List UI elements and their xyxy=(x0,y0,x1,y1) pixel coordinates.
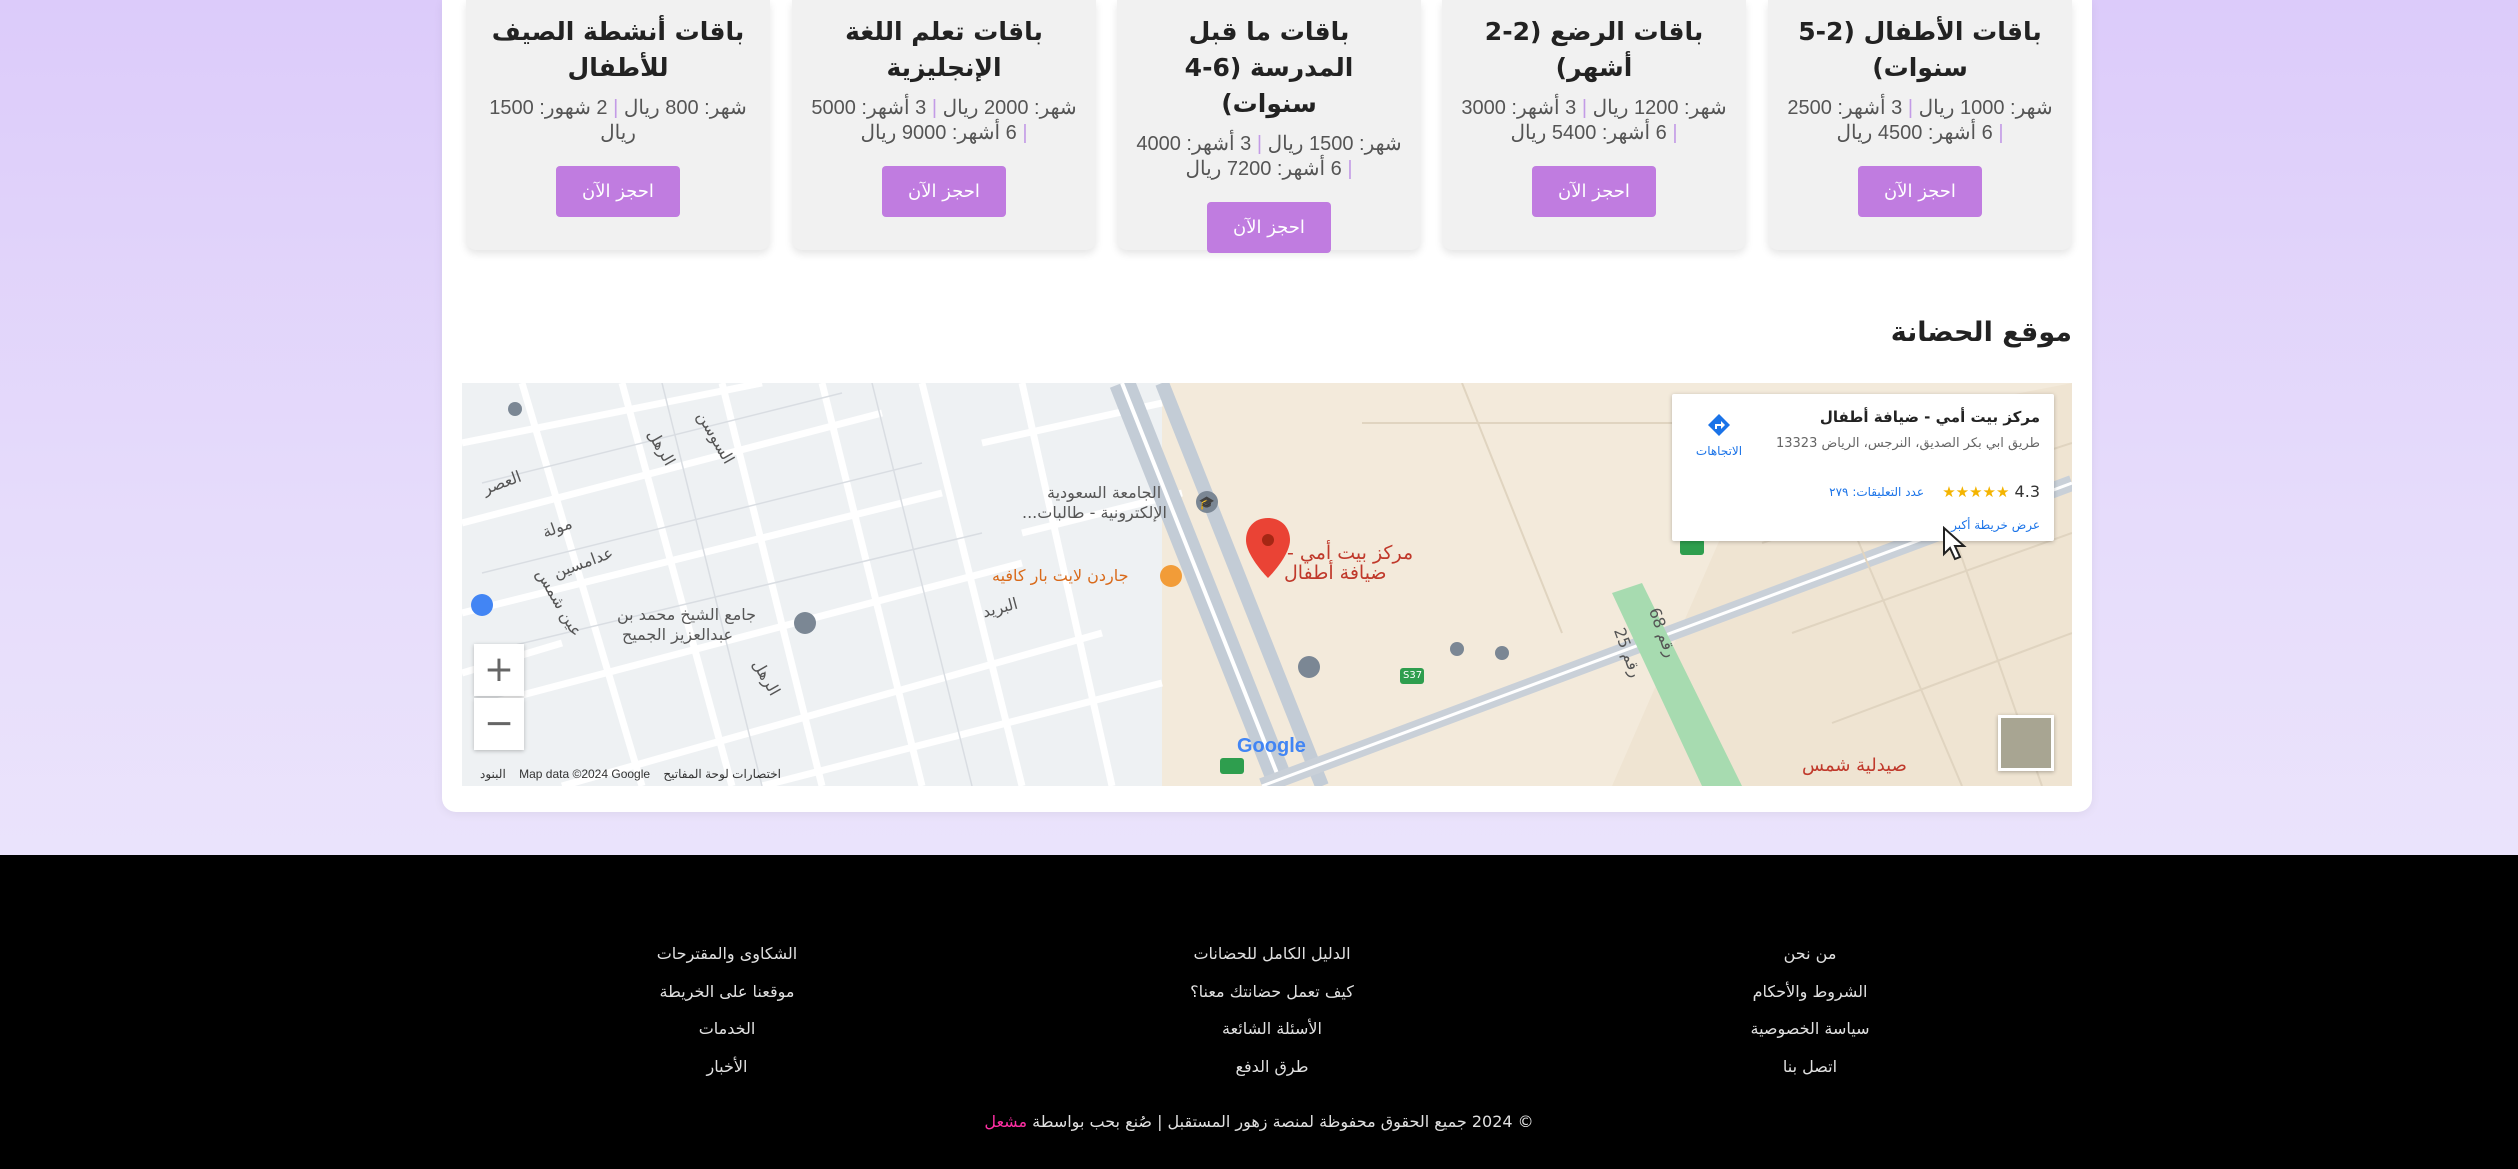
book-now-button[interactable]: احجز الآن xyxy=(1532,166,1656,217)
map-marker-label: مركز بيت أمي - xyxy=(1287,542,1414,564)
book-now-button[interactable]: احجز الآن xyxy=(556,166,680,217)
map-label-mosque-2: عبدالعزيز الجميح xyxy=(622,625,734,644)
map-attribution: البنود Map data ©2024 Google اختصارات لو… xyxy=(480,767,782,781)
place-info-card: مركز بيت أمي - ضيافة أطفال طريق ابي بكر … xyxy=(1672,394,2054,541)
book-now-button[interactable]: احجز الآن xyxy=(1858,166,1982,217)
footer-link-faq[interactable]: الأسئلة الشائعة xyxy=(1172,1010,1372,1048)
footer-link-terms[interactable]: الشروط والأحكام xyxy=(1745,973,1875,1011)
directions-icon xyxy=(1708,414,1730,436)
package-title: باقات الأطفال (2-5 سنوات) xyxy=(1798,17,2042,82)
footer-col-guide: الدليل الكامل للحضانات كيف تعمل حضانتك م… xyxy=(1172,935,1372,1085)
footer-link-contact[interactable]: اتصل بنا xyxy=(1745,1048,1875,1086)
package-prices: شهر: 1500 ريال | 3 أشهر: 4000 | 6 أشهر: … xyxy=(1136,133,1402,180)
embedded-map[interactable]: 🎓 الجامعة السعودية الإلكترونية - طالبات.… xyxy=(462,383,2072,786)
package-title: باقات ما قبل المدرسة (6-4 سنوات) xyxy=(1184,17,1354,118)
footer-link-payment[interactable]: طرق الدفع xyxy=(1172,1048,1372,1086)
map-label-mosque: جامع الشيخ محمد بن xyxy=(617,605,757,624)
footer-col-about: من نحن الشروط والأحكام سياسة الخصوصية ات… xyxy=(1745,935,1875,1085)
footer-link-news[interactable]: الأخبار xyxy=(647,1048,807,1086)
footer-link-how-it-works[interactable]: كيف تعمل حضانتك معنا؟ xyxy=(1172,973,1372,1011)
content-panel: باقات الأطفال (2-5 سنوات) شهر: 1000 ريال… xyxy=(442,0,2092,812)
packages-row: باقات الأطفال (2-5 سنوات) شهر: 1000 ريال… xyxy=(462,0,2072,253)
copyright: © 2024 جميع الحقوق محفوظة لمنصة زهور الم… xyxy=(984,1112,1534,1131)
zoom-in-button[interactable]: + xyxy=(474,644,524,696)
package-card-infants: باقات الرضع (2-2 أشهر) شهر: 1200 ريال | … xyxy=(1442,0,1746,250)
package-card-summer: باقات أنشطة الصيف للأطفال شهر: 800 ريال … xyxy=(466,0,770,250)
svg-text:🎓: 🎓 xyxy=(1199,496,1215,511)
package-card-children: باقات الأطفال (2-5 سنوات) شهر: 1000 ريال… xyxy=(1768,0,2072,250)
road-shield-s37: S37 xyxy=(1403,670,1423,681)
rating-stars-icon: ★★★★★ xyxy=(1942,483,2010,501)
satellite-toggle-button[interactable] xyxy=(1998,715,2054,771)
map-marker-label-2: ضيافة أطفال xyxy=(1284,562,1387,584)
footer-link-map[interactable]: موقعنا على الخريطة xyxy=(647,973,807,1011)
place-name: مركز بيت أمي - ضيافة أطفال xyxy=(1819,408,2040,426)
google-logo: Google xyxy=(1237,735,1306,757)
footer-link-guide[interactable]: الدليل الكامل للحضانات xyxy=(1172,935,1372,973)
footer-col-services: الشكاوى والمقترحات موقعنا على الخريطة ال… xyxy=(647,935,807,1085)
map-label-pharmacy: صيدلية شمس xyxy=(1802,755,1907,776)
book-now-button[interactable]: احجز الآن xyxy=(1207,202,1331,253)
package-title: باقات أنشطة الصيف للأطفال xyxy=(491,17,745,82)
location-title: موقع الحضانة xyxy=(1890,317,2072,348)
package-card-english: باقات تعلم اللغة الإنجليزية شهر: 2000 ري… xyxy=(792,0,1096,250)
footer: من نحن الشروط والأحكام سياسة الخصوصية ات… xyxy=(0,855,2518,1169)
package-card-preschool: باقات ما قبل المدرسة (6-4 سنوات) شهر: 15… xyxy=(1117,0,1421,253)
footer-link-complaints[interactable]: الشكاوى والمقترحات xyxy=(647,935,807,973)
package-prices: شهر: 1200 ريال | 3 أشهر: 3000 | 6 أشهر: … xyxy=(1461,97,1727,144)
place-rating: 4.3 ★★★★★ xyxy=(1942,482,2040,501)
book-now-button[interactable]: احجز الآن xyxy=(882,166,1006,217)
map-label-university-2: الإلكترونية - طالبات... xyxy=(1022,503,1167,522)
reviews-link[interactable]: عدد التعليقات: ٢٧٩ xyxy=(1829,485,1924,499)
package-prices: شهر: 1000 ريال | 3 أشهر: 2500 | 6 أشهر: … xyxy=(1787,97,2053,144)
directions-button[interactable]: الاتجاهات xyxy=(1686,412,1752,458)
zoom-out-button[interactable]: − xyxy=(474,698,524,750)
footer-link-privacy[interactable]: سياسة الخصوصية xyxy=(1745,1010,1875,1048)
author-link[interactable]: مشعل xyxy=(984,1112,1027,1131)
package-title: باقات الرضع (2-2 أشهر) xyxy=(1484,17,1704,82)
package-prices: شهر: 2000 ريال | 3 أشهر: 5000 | 6 أشهر: … xyxy=(811,97,1077,144)
directions-label: الاتجاهات xyxy=(1695,444,1743,458)
footer-link-about[interactable]: من نحن xyxy=(1745,935,1875,973)
package-title: باقات تعلم اللغة الإنجليزية xyxy=(845,17,1043,82)
footer-link-services[interactable]: الخدمات xyxy=(647,1010,807,1048)
map-label-university: الجامعة السعودية xyxy=(1047,483,1162,502)
map-label-cafe: جاردن لايت بار كافيه xyxy=(992,566,1129,585)
cursor-icon xyxy=(1943,526,1967,561)
package-prices: شهر: 800 ريال | 2 شهور: 1500 ريال xyxy=(489,97,747,144)
place-address: طريق ابي بكر الصديق، النرجس، الرياض 1332… xyxy=(1775,436,2040,451)
